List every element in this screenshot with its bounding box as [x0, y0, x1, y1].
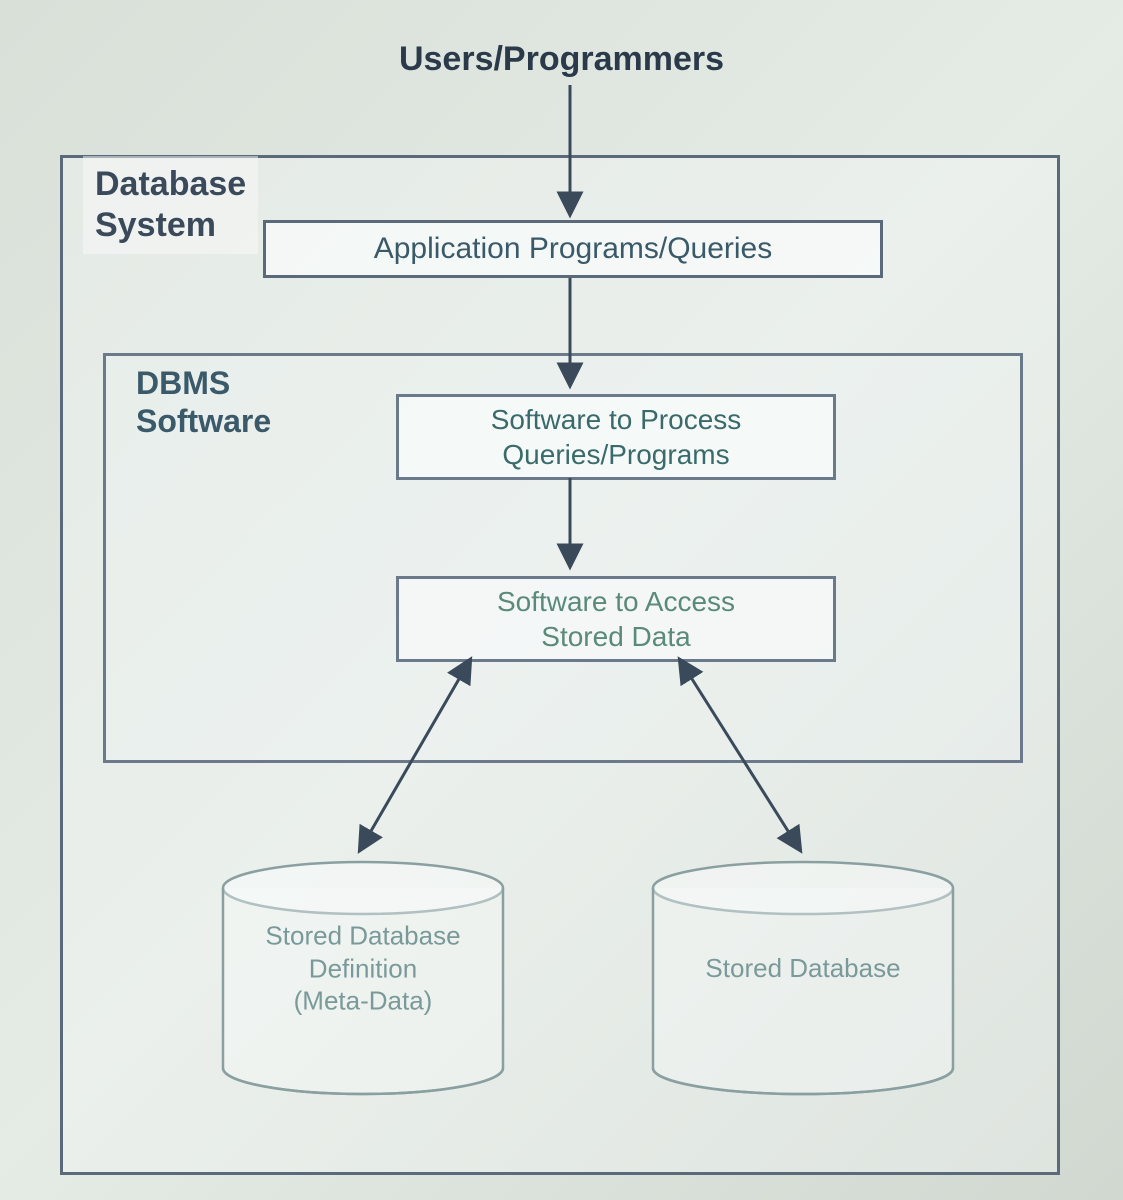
application-programs-text: Application Programs/Queries	[374, 232, 773, 266]
database-system-label: Database System	[83, 156, 258, 254]
dbms-label-line1: DBMS	[136, 365, 230, 401]
db-system-label-line1: Database	[95, 165, 246, 203]
dbms-software-label: DBMS Software	[126, 358, 281, 447]
metadata-cylinder: Stored Database Definition (Meta-Data)	[213, 858, 513, 1098]
cyl-right-text: Stored Database	[705, 953, 900, 983]
application-programs-box: Application Programs/Queries	[263, 220, 883, 278]
metadata-cylinder-label: Stored Database Definition (Meta-Data)	[228, 920, 498, 1018]
software-access-box: Software to Access Stored Data	[396, 576, 836, 662]
dbms-label-line2: Software	[136, 403, 271, 439]
cyl-left-line3: (Meta-Data)	[294, 986, 433, 1016]
cyl-left-line1: Stored Database	[265, 921, 460, 951]
stored-database-label: Stored Database	[659, 952, 947, 985]
diagram-stage: Users/Programmers Database System Applic…	[0, 0, 1123, 1200]
database-system-container: Database System Application Programs/Que…	[60, 155, 1060, 1175]
cyl-left-line2: Definition	[309, 953, 417, 983]
stored-database-cylinder: Stored Database	[643, 858, 963, 1098]
db-system-label-line2: System	[95, 206, 216, 244]
dbms-software-container: DBMS Software Software to Process Querie…	[103, 353, 1023, 763]
software-process-box: Software to Process Queries/Programs	[396, 394, 836, 480]
access-line2: Stored Data	[541, 621, 690, 652]
users-programmers-title: Users/Programmers	[399, 40, 724, 79]
access-line1: Software to Access	[497, 586, 735, 617]
process-line1: Software to Process	[491, 404, 742, 435]
process-line2: Queries/Programs	[502, 439, 729, 470]
